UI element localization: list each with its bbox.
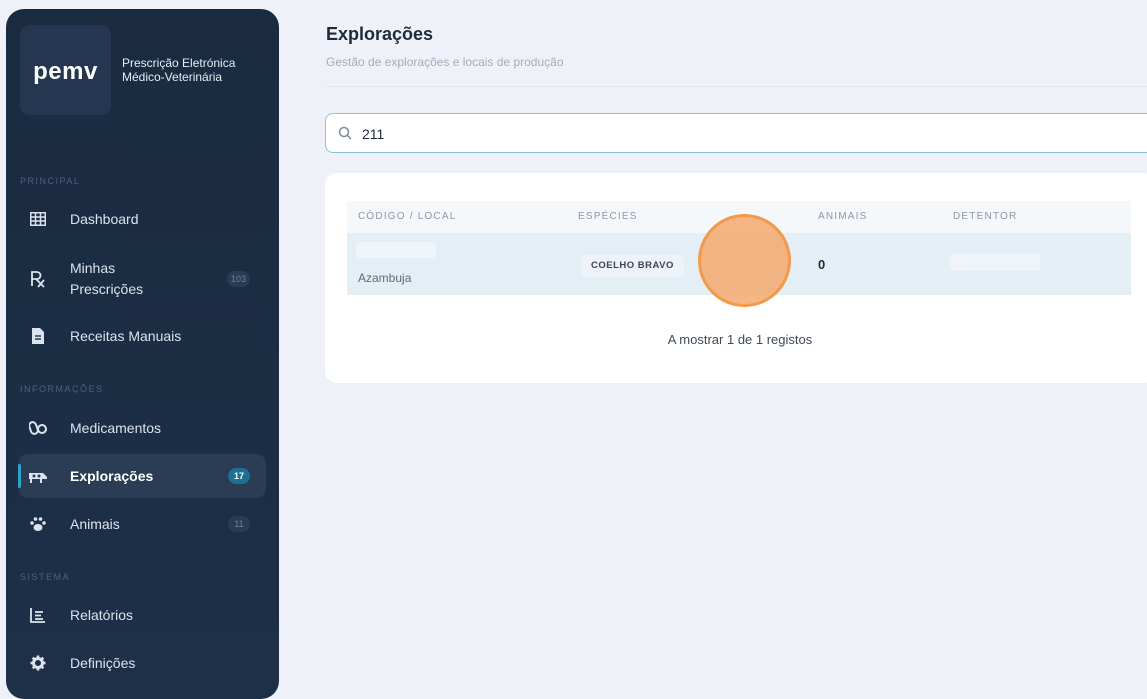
column-header-codigo-local[interactable]: CÓDIGO / LOCAL (358, 211, 457, 222)
sidebar-item-label: Dashboard (70, 211, 139, 227)
row-local: Azambuja (358, 271, 412, 285)
column-header-detentor[interactable]: DETENTOR (953, 211, 1017, 222)
grid-icon (28, 209, 48, 229)
section-informacoes: INFORMAÇÕES (20, 384, 104, 394)
exploracoes-count-badge: 17 (228, 468, 250, 484)
brand-line-1: Prescrição Eletrónica (122, 56, 236, 70)
section-principal: PRINCIPAL (20, 176, 81, 186)
logo[interactable]: pemv (20, 25, 111, 115)
sidebar-item-dashboard[interactable]: Dashboard (18, 197, 266, 241)
sidebar-item-label: Minhas Prescrições (70, 258, 143, 300)
sidebar-item-label-line-1: Minhas (70, 260, 116, 276)
redacted-detentor (950, 253, 1040, 271)
sidebar-item-label-line-2: Prescrições (70, 281, 144, 297)
species-tag: COELHO BRAVO (581, 255, 684, 277)
logo-text: pemv (33, 58, 98, 85)
search-icon (338, 126, 352, 145)
sidebar-item-label: Definições (70, 655, 136, 671)
sidebar-item-relatorios[interactable]: Relatórios (18, 593, 266, 637)
search-input[interactable] (360, 122, 1064, 146)
animais-count-badge: 11 (228, 516, 250, 532)
paw-icon (28, 514, 48, 534)
sidebar-item-receitas-manuais[interactable]: Receitas Manuais (18, 314, 266, 358)
column-header-animais[interactable]: ANIMAIS (818, 211, 868, 222)
sidebar-item-exploracoes[interactable]: Explorações 17 (18, 454, 266, 498)
prescriptions-count-badge: 103 (226, 271, 250, 287)
sidebar-item-label: Medicamentos (70, 420, 162, 436)
sidebar-item-label: Relatórios (70, 607, 134, 623)
farm-icon (28, 466, 48, 486)
pills-icon (28, 418, 48, 438)
column-header-especies[interactable]: ESPÉCIES (578, 211, 638, 222)
sidebar-item-label: Animais (70, 516, 120, 532)
report-icon (28, 605, 48, 625)
redacted-code (356, 242, 436, 258)
sidebar-item-minhas-prescricoes[interactable]: Minhas Prescrições 103 (18, 255, 266, 303)
gear-icon (28, 653, 48, 673)
brand-name: Prescrição Eletrónica Médico-Veterinária (122, 56, 235, 84)
header-divider (326, 86, 1147, 87)
section-sistema: SISTEMA (20, 572, 71, 582)
sidebar-item-definicoes[interactable]: Definições (18, 641, 266, 685)
brand-line-2: Médico-Veterinária (122, 70, 223, 84)
sidebar: pemv Prescrição Eletrónica Médico-Veteri… (6, 9, 279, 699)
search-box[interactable] (325, 113, 1147, 153)
page-subtitle: Gestão de explorações e locais de produç… (326, 55, 564, 69)
click-indicator (698, 214, 791, 307)
sidebar-item-label: Explorações (70, 468, 154, 484)
sidebar-item-label: Receitas Manuais (70, 328, 182, 344)
sidebar-item-medicamentos[interactable]: Medicamentos (18, 406, 266, 450)
document-icon (28, 326, 48, 346)
rx-icon (28, 269, 48, 289)
page-title: Explorações (326, 24, 434, 44)
sidebar-item-animais[interactable]: Animais 11 (18, 502, 266, 546)
pagination-info: A mostrar 1 de 1 registos (667, 332, 813, 347)
row-animals-count: 0 (818, 257, 826, 272)
